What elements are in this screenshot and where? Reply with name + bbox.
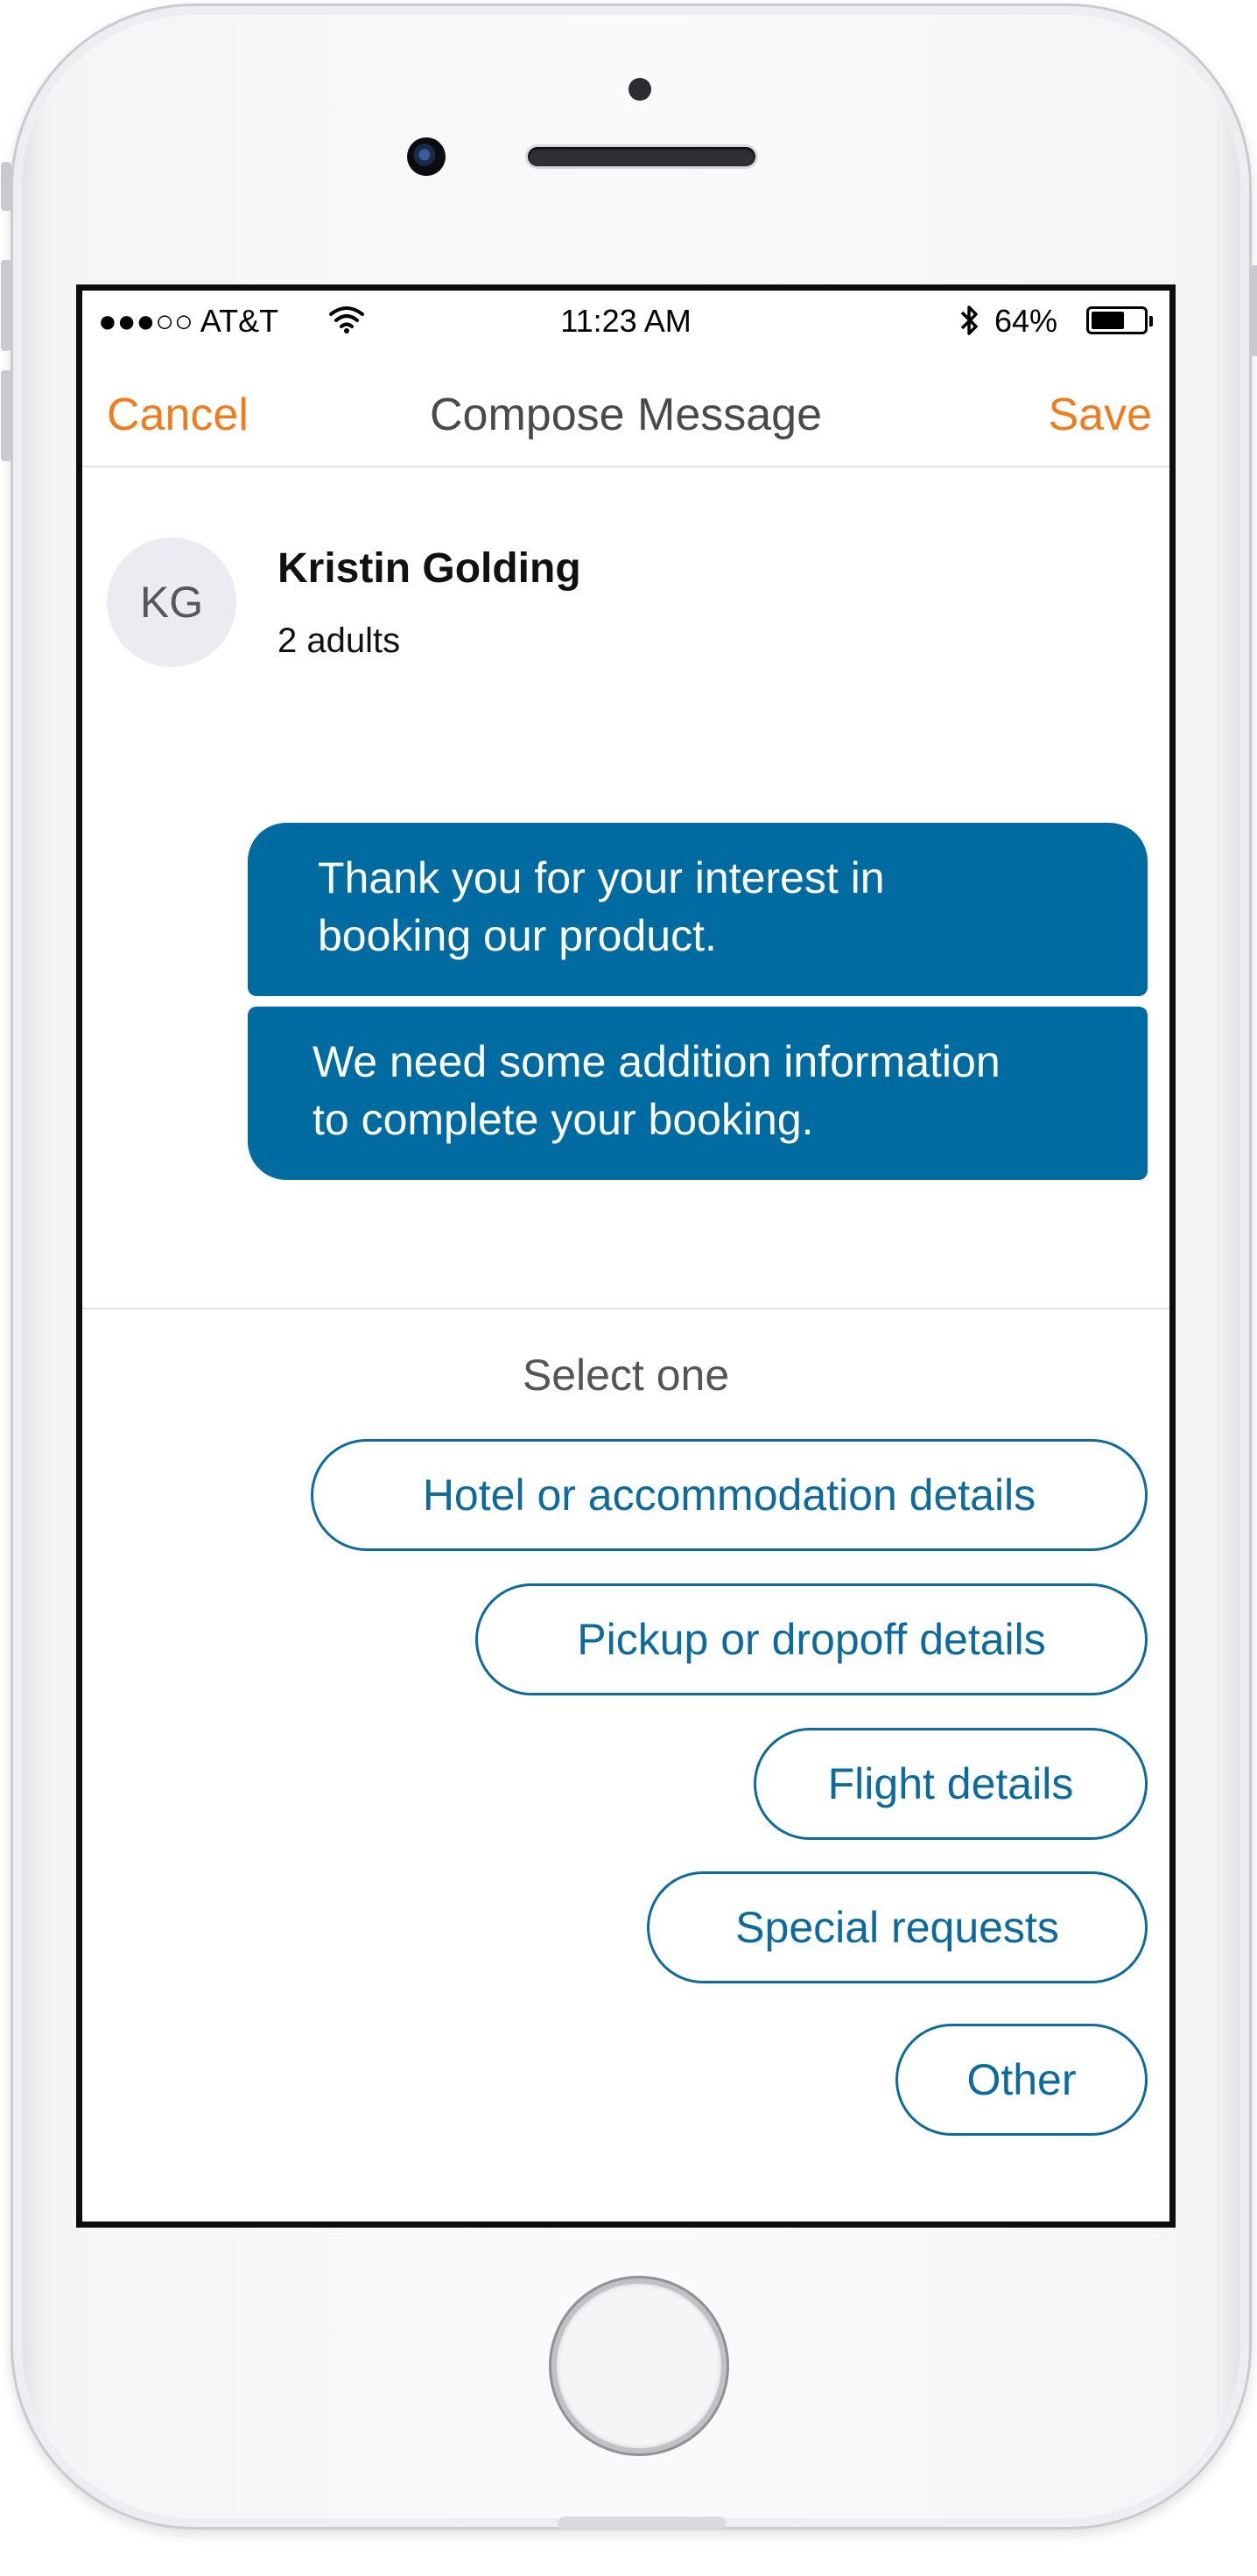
contact-name: Kristin Golding — [277, 545, 581, 592]
save-button[interactable]: Save — [1048, 389, 1152, 441]
navigation-bar: Cancel Compose Message Save — [82, 352, 1169, 467]
volume-down-button — [1, 370, 11, 461]
message-line: Thank you for your interest in — [318, 853, 885, 902]
option-other[interactable]: Other — [895, 2024, 1148, 2136]
volume-up-button — [1, 260, 11, 351]
front-camera — [407, 137, 446, 176]
battery-percent: 64% — [994, 303, 1058, 339]
contact-party-size: 2 adults — [277, 621, 401, 660]
home-button[interactable] — [557, 2284, 721, 2448]
section-divider — [82, 1308, 1169, 1309]
option-special-requests[interactable]: Special requests — [647, 1871, 1148, 1983]
option-hotel-details[interactable]: Hotel or accommodation details — [311, 1439, 1148, 1551]
proximity-sensor — [628, 78, 651, 101]
battery-nub — [1149, 316, 1153, 326]
option-pickup-dropoff[interactable]: Pickup or dropoff details — [475, 1583, 1148, 1695]
select-prompt: Select one — [522, 1351, 730, 1400]
message-bubble: We need some addition information to com… — [248, 1007, 1148, 1180]
lightning-port — [558, 2516, 726, 2529]
message-line: booking our product. — [318, 911, 717, 960]
power-button — [1251, 265, 1257, 356]
avatar: KG — [107, 537, 236, 667]
mute-switch — [1, 162, 11, 211]
option-flight-details[interactable]: Flight details — [754, 1728, 1148, 1840]
earpiece-speaker — [528, 147, 755, 166]
page-title: Compose Message — [430, 390, 822, 440]
message-line: to complete your booking. — [312, 1095, 814, 1144]
bluetooth-icon — [958, 303, 982, 346]
phone-screen: ●●●○○ AT&T 11:23 AM 64% Cancel Compose M… — [76, 284, 1176, 2228]
status-bar: ●●●○○ AT&T 11:23 AM 64% — [82, 291, 1169, 352]
message-line: We need some addition information — [312, 1037, 1001, 1086]
message-bubble: Thank you for your interest in booking o… — [248, 823, 1148, 996]
battery-fill — [1092, 312, 1124, 329]
battery-icon — [1086, 306, 1153, 334]
